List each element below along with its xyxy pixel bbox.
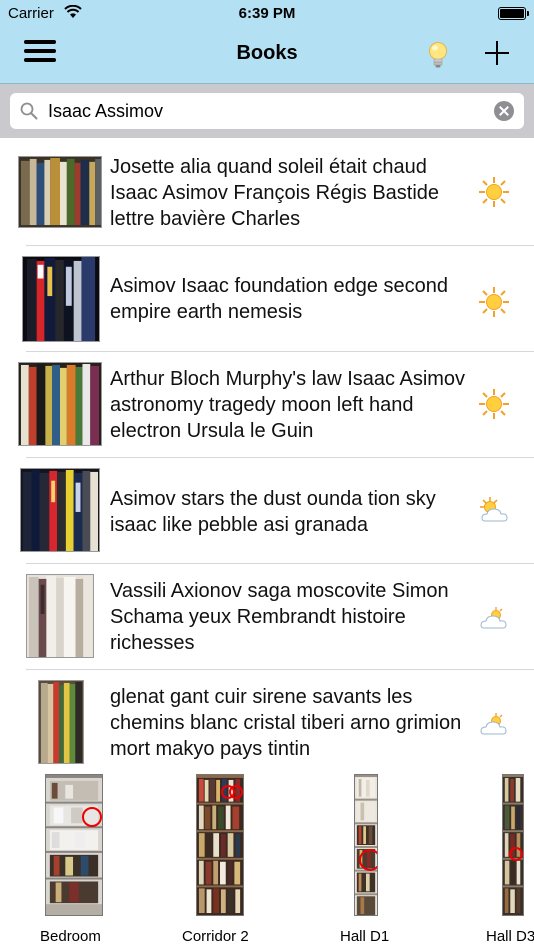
- location-marker: [509, 847, 523, 861]
- clock: 6:39 PM: [238, 5, 296, 22]
- location-marker: [229, 785, 243, 799]
- list-item[interactable]: Asimov stars the dust ounda tion sky isa…: [0, 458, 534, 564]
- list-item[interactable]: Josette alia quand soleil était chaud Is…: [0, 140, 534, 246]
- book-description: Asimov Isaac foundation edge second empi…: [110, 275, 448, 323]
- list-item[interactable]: glenat gant cuir sirene savants les chem…: [0, 670, 534, 776]
- shelf-thumbnail: [196, 774, 244, 916]
- shelf-thumbnail: [354, 774, 378, 916]
- shelf-label: Hall D3: [486, 928, 534, 945]
- book-thumbnail: [22, 256, 100, 342]
- page-title: Books: [236, 42, 298, 64]
- book-description: Asimov stars the dust ounda tion sky isa…: [110, 488, 436, 536]
- shelf-label: Corridor 2: [182, 928, 249, 945]
- sun-icon: [479, 389, 509, 419]
- cloud-icon: [480, 607, 507, 629]
- book-description: Vassili Axionov saga moscovite Simon Sch…: [110, 580, 449, 654]
- book-description: Arthur Bloch Murphy's law Isaac Asimov a…: [110, 368, 466, 442]
- shelf-label: Bedroom: [40, 928, 101, 945]
- list-item[interactable]: Arthur Bloch Murphy's law Isaac Asimov a…: [0, 352, 534, 458]
- search-input[interactable]: [48, 99, 488, 123]
- shelf-hall-d3[interactable]: Hall D3: [480, 774, 534, 950]
- shelf-thumbnail: [45, 774, 103, 916]
- book-thumbnail: [26, 574, 94, 658]
- navigation-bar: Carrier 6:39 PM Books: [0, 0, 534, 84]
- list-item[interactable]: Asimov Isaac foundation edge second empi…: [0, 246, 534, 352]
- book-description: glenat gant cuir sirene savants les chem…: [110, 686, 462, 760]
- shelf-strip: Bedroom Corridor 2 Hall D1 Hall D3: [0, 768, 534, 950]
- add-button[interactable]: [484, 40, 510, 66]
- book-thumbnail: [38, 680, 84, 764]
- book-description: Josette alia quand soleil était chaud Is…: [110, 156, 440, 230]
- status-bar: Carrier 6:39 PM: [0, 0, 534, 28]
- menu-button[interactable]: [24, 40, 56, 66]
- sun-icon: [479, 177, 509, 207]
- shelf-bedroom[interactable]: Bedroom: [30, 774, 116, 950]
- shelf-hall-d1[interactable]: Hall D1: [334, 774, 404, 950]
- hamburger-icon: [24, 40, 56, 44]
- search-icon: [20, 102, 38, 120]
- location-marker: [82, 807, 102, 827]
- book-thumbnail: [18, 362, 102, 446]
- battery-icon: [498, 7, 529, 20]
- sun-icon: [479, 287, 509, 317]
- search-bar: [0, 84, 534, 138]
- partly-cloudy-icon: [480, 713, 507, 735]
- shelf-label: Hall D1: [340, 928, 390, 945]
- lightbulb-icon[interactable]: [426, 40, 450, 70]
- partly-cloudy-icon: [480, 497, 508, 522]
- list-item[interactable]: Vassili Axionov saga moscovite Simon Sch…: [0, 564, 534, 670]
- book-list: Josette alia quand soleil était chaud Is…: [0, 140, 534, 776]
- book-thumbnail: [20, 468, 100, 552]
- shelf-corridor-2[interactable]: Corridor 2: [176, 774, 276, 950]
- book-thumbnail: [18, 156, 102, 228]
- location-marker: [359, 849, 377, 871]
- shelf-thumbnail: [502, 774, 524, 916]
- search-field[interactable]: [10, 93, 524, 129]
- clear-search-button[interactable]: [494, 101, 514, 121]
